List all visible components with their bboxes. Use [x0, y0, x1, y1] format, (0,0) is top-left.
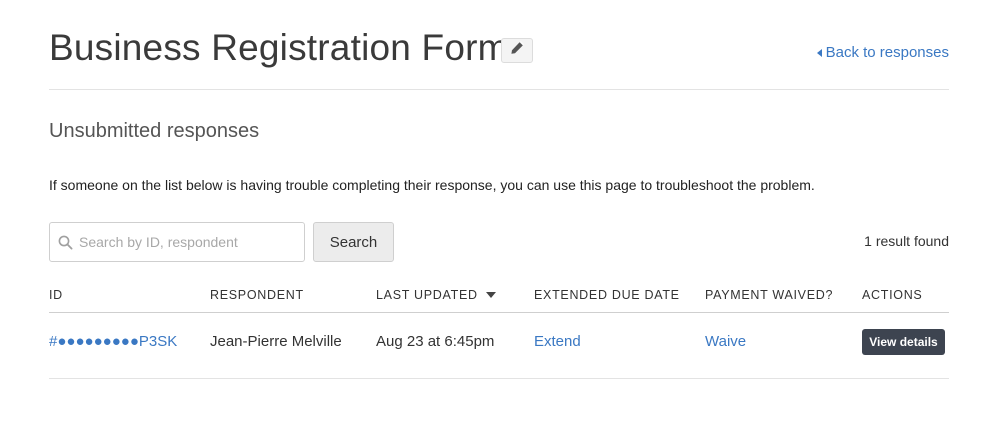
- extend-link[interactable]: Extend: [534, 333, 581, 350]
- column-header-actions: ACTIONS: [862, 288, 922, 302]
- column-header-label: ID: [49, 288, 63, 302]
- column-header-label: PAYMENT WAIVED?: [705, 288, 834, 302]
- column-header-id[interactable]: ID: [49, 288, 63, 302]
- search-input[interactable]: [79, 234, 289, 250]
- waive-link[interactable]: Waive: [705, 333, 746, 350]
- column-header-label: ACTIONS: [862, 288, 923, 302]
- edit-title-button[interactable]: [501, 38, 533, 63]
- intro-text: If someone on the list below is having t…: [49, 177, 815, 193]
- response-id-link[interactable]: #●●●●●●●●●P3SK: [49, 333, 177, 350]
- column-header-payment-waived[interactable]: PAYMENT WAIVED?: [705, 288, 833, 302]
- search-icon: [58, 235, 73, 250]
- table-header: ID RESPONDENT LAST UPDATED EXTENDED DUE …: [49, 286, 949, 313]
- column-header-label: EXTENDED DUE DATE: [534, 288, 680, 302]
- column-header-label: RESPONDENT: [210, 288, 304, 302]
- last-updated-value: Aug 23 at 6:45pm: [376, 333, 495, 350]
- page-title: Business Registration Form: [49, 27, 509, 68]
- header-divider: [49, 89, 949, 90]
- page: Business Registration Form Back to respo…: [0, 0, 997, 445]
- search-field[interactable]: [49, 222, 305, 262]
- search-button[interactable]: Search: [313, 222, 394, 262]
- section-title: Unsubmitted responses: [49, 120, 260, 142]
- column-header-extended-due-date[interactable]: EXTENDED DUE DATE: [534, 288, 680, 302]
- column-header-last-updated[interactable]: LAST UPDATED: [376, 288, 496, 302]
- header: Business Registration Form Back to respo…: [49, 26, 949, 70]
- back-link-label: Back to responses: [825, 44, 949, 61]
- column-header-respondent[interactable]: RESPONDENT: [210, 288, 304, 302]
- responses-table: ID RESPONDENT LAST UPDATED EXTENDED DUE …: [49, 286, 949, 379]
- result-count: 1 result found: [864, 233, 949, 249]
- respondent-name: Jean-Pierre Melville: [210, 333, 342, 350]
- caret-down-icon: [485, 292, 496, 298]
- back-to-responses-link[interactable]: Back to responses: [816, 44, 949, 61]
- caret-left-icon: [816, 48, 822, 57]
- table-row: #●●●●●●●●●P3SK Jean-Pierre Melville Aug …: [49, 313, 949, 379]
- pencil-icon: [510, 41, 524, 60]
- view-details-button[interactable]: View details: [862, 329, 945, 355]
- column-header-label: LAST UPDATED: [376, 288, 478, 302]
